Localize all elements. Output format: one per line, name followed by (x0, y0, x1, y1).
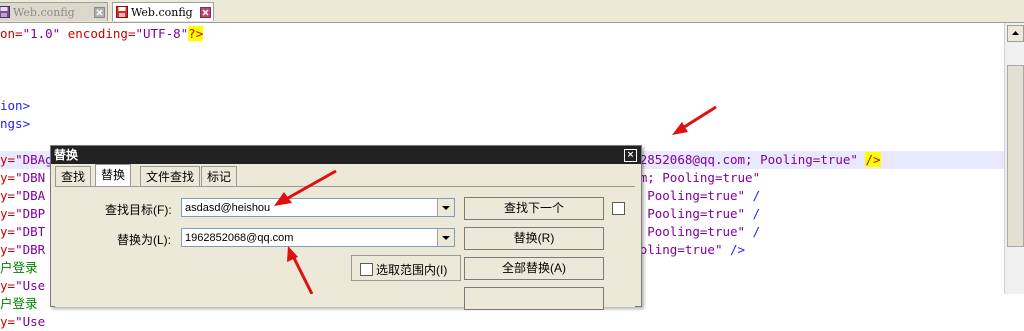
code-line[interactable]: y="Use (0, 313, 1004, 331)
annotation-arrows (274, 105, 717, 294)
annotation-arrow-find (274, 169, 337, 206)
code-token: "Use (15, 314, 46, 329)
code-token: 户登录 (0, 296, 38, 311)
code-token: y= (0, 314, 16, 329)
annotation-arrow-password (672, 105, 717, 135)
annotation-arrow-replace (287, 246, 314, 294)
